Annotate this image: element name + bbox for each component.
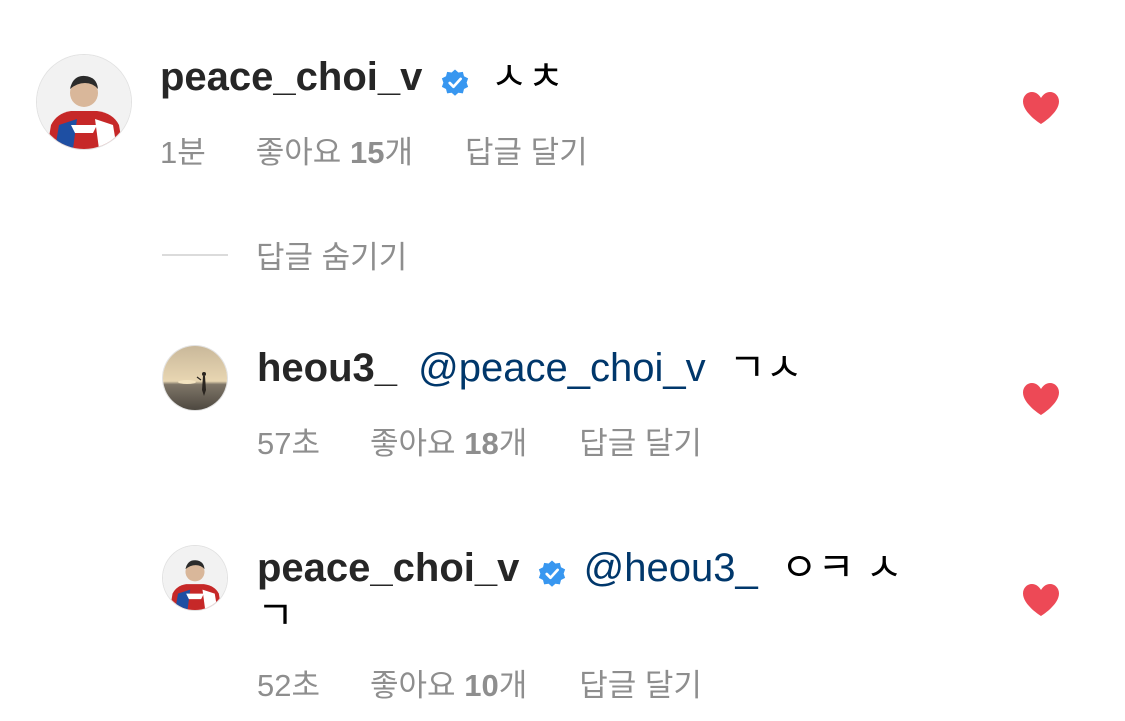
avatar-peace-choi-v[interactable] <box>37 55 131 149</box>
comment-3-text-line2: ㄱ <box>257 592 294 640</box>
comment-2-like-heart-icon[interactable] <box>1022 382 1060 416</box>
comment-2-body: heou3_ @peace_choi_v ㄱㅅ <box>257 344 802 392</box>
likes-prefix: 좋아요 <box>370 426 456 461</box>
comment-1-body: peace_choi_v ㅅㅊ <box>160 53 564 101</box>
comment-3-mention[interactable]: @heou3_ <box>584 546 758 590</box>
avatar-heou3[interactable] <box>163 346 227 410</box>
hide-replies-button[interactable]: 답글 숨기기 <box>162 232 407 277</box>
likes-count: 18 <box>464 426 499 461</box>
hide-replies-divider <box>162 253 228 256</box>
comment-1-meta: 1분 좋아요 15개 답글 달기 <box>160 127 588 172</box>
comment-1-text: ㅅㅊ <box>490 55 565 99</box>
hide-replies-label: 답글 숨기기 <box>256 240 408 275</box>
comment-2-username[interactable]: heou3_ <box>257 346 397 390</box>
comment-2-meta: 57초 좋아요 18개 답글 달기 <box>257 418 702 463</box>
comment-1-reply-button[interactable]: 답글 달기 <box>465 127 588 172</box>
comment-1-username[interactable]: peace_choi_v <box>160 55 422 99</box>
comment-2-text: ㄱㅅ <box>728 346 803 390</box>
likes-suffix: 개 <box>384 135 413 170</box>
comment-2-mention[interactable]: @peace_choi_v <box>418 346 705 390</box>
verified-badge-icon <box>440 61 470 97</box>
likes-suffix: 개 <box>498 426 528 461</box>
comment-2-likes[interactable]: 좋아요 18개 <box>370 418 527 463</box>
comment-2-time: 57초 <box>257 426 321 461</box>
comment-3-body: peace_choi_v @heou3_ ㅇㅋ ㅅ <box>257 544 902 592</box>
likes-count: 10 <box>464 668 499 703</box>
comment-3-likes[interactable]: 좋아요 10개 <box>370 660 527 705</box>
avatar-image <box>37 55 131 149</box>
avatar-image <box>163 346 227 410</box>
comment-3-time: 52초 <box>257 668 321 703</box>
likes-prefix: 좋아요 <box>255 135 342 170</box>
comment-3-text-continued: ㄱ <box>257 594 294 638</box>
avatar-image <box>163 546 227 610</box>
comment-1-likes[interactable]: 좋아요 15개 <box>256 127 413 172</box>
likes-suffix: 개 <box>498 668 528 703</box>
comment-1-like-heart-icon[interactable] <box>1022 91 1060 125</box>
likes-prefix: 좋아요 <box>370 668 456 703</box>
comment-3-like-heart-icon[interactable] <box>1022 583 1060 617</box>
comment-3-text: ㅇㅋ ㅅ <box>780 546 903 590</box>
comment-3-reply-button[interactable]: 답글 달기 <box>579 660 702 705</box>
comment-1-time: 1분 <box>160 135 206 170</box>
comment-2-reply-button[interactable]: 답글 달기 <box>579 418 702 463</box>
avatar-peace-choi-v-reply[interactable] <box>163 546 227 610</box>
comment-3-meta: 52초 좋아요 10개 답글 달기 <box>257 660 702 705</box>
likes-count: 15 <box>349 135 385 170</box>
verified-badge-icon <box>537 552 567 588</box>
comment-3-username[interactable]: peace_choi_v <box>257 546 519 590</box>
